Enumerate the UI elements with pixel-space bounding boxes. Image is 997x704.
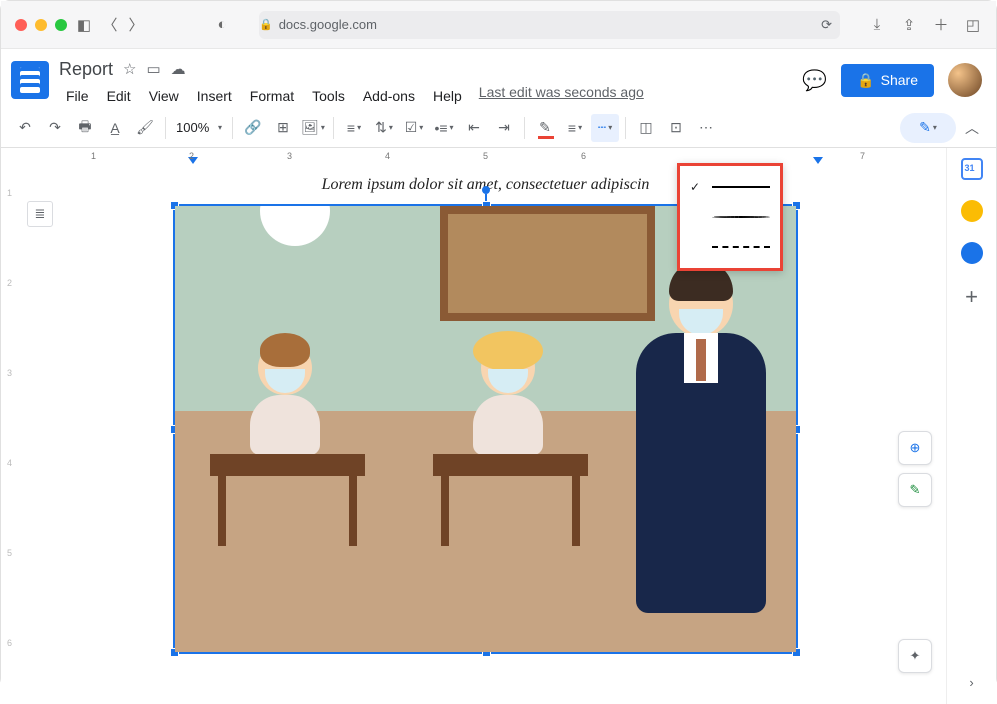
more-toolbar-button[interactable]: ⋯ <box>692 114 720 142</box>
insert-image-button[interactable]: 🖼 <box>299 114 327 142</box>
dashed-line-icon <box>712 246 770 248</box>
page: Lorem ipsum dolor sit amet, consectetuer… <box>25 166 946 660</box>
toolbar: ↶ ↷ 🖶 A̲ 🖌 100% 🔗 ⊞ 🖼 ≡ ⇅ ☑ •≡ ⇤ ⇥ ✎ ≡ ┄… <box>1 108 996 148</box>
border-weight-button[interactable]: ≡ <box>561 114 589 142</box>
docs-header: Report ☆ ▭ ☁ File Edit View Insert Forma… <box>1 49 996 108</box>
main-area: 1 2 3 4 5 6 1 2 3 4 5 6 7 Lorem ipsum do… <box>1 148 996 704</box>
line-spacing-button[interactable]: ⇅ <box>370 114 398 142</box>
menu-insert[interactable]: Insert <box>190 84 239 108</box>
privacy-shield-icon[interactable]: ◐ <box>213 16 231 34</box>
new-tab-icon[interactable]: ＋ <box>932 16 950 34</box>
spellcheck-button[interactable]: A̲ <box>101 114 129 142</box>
crop-image-button[interactable]: ◫ <box>632 114 660 142</box>
header-right: 💬 🔒 Share <box>802 57 982 97</box>
cloud-status-icon[interactable]: ☁ <box>171 60 186 78</box>
document-title[interactable]: Report <box>59 59 113 80</box>
insert-comment-button[interactable]: ⊞ <box>269 114 297 142</box>
desk-2 <box>433 454 588 476</box>
rotate-handle[interactable] <box>482 186 490 194</box>
undo-button[interactable]: ↶ <box>11 114 39 142</box>
dotted-line-icon <box>712 216 770 218</box>
edit-status[interactable]: Last edit was seconds ago <box>479 84 644 108</box>
border-dash-dropdown: ✓ <box>677 163 783 271</box>
star-icon[interactable]: ☆ <box>123 60 136 78</box>
floating-comment-buttons: ⊕ ✎ <box>898 431 932 507</box>
document-outline-button[interactable]: ≣ <box>27 201 53 227</box>
browser-actions: ⤓ ⇪ ＋ ◰ <box>868 16 982 34</box>
explore-button[interactable]: ✦ <box>898 639 932 673</box>
student-1 <box>240 341 330 455</box>
redo-button[interactable]: ↷ <box>41 114 69 142</box>
decrease-indent-button[interactable]: ⇤ <box>460 114 488 142</box>
solid-line-icon <box>712 186 770 188</box>
bulleted-list-button[interactable]: •≡ <box>430 114 458 142</box>
share-browser-icon[interactable]: ⇪ <box>900 16 918 34</box>
suggest-edits-button[interactable]: ✎ <box>898 473 932 507</box>
border-dash-button[interactable]: ┄ <box>591 114 619 142</box>
editing-mode-button[interactable]: ✎ <box>900 113 956 143</box>
document-area[interactable]: 1 2 3 4 5 6 7 Lorem ipsum dolor sit amet… <box>25 148 946 704</box>
menu-addons[interactable]: Add-ons <box>356 84 422 108</box>
calendar-icon[interactable] <box>961 158 983 180</box>
increase-indent-button[interactable]: ⇥ <box>490 114 518 142</box>
menu-edit[interactable]: Edit <box>100 84 138 108</box>
vertical-ruler: 1 2 3 4 5 6 <box>1 148 25 704</box>
minimize-window-icon[interactable] <box>35 19 47 31</box>
paint-format-button[interactable]: 🖌 <box>131 114 159 142</box>
browser-chrome: ◧ 〈 〉 ◐ 🔒 docs.google.com ⟳ ⤓ ⇪ ＋ ◰ <box>1 1 996 49</box>
sidebar-toggle-icon[interactable]: ◧ <box>75 16 93 34</box>
insert-link-button[interactable]: 🔗 <box>239 114 267 142</box>
share-button[interactable]: 🔒 Share <box>841 64 934 97</box>
comments-icon[interactable]: 💬 <box>802 68 827 93</box>
side-panel: + › <box>946 148 996 704</box>
tabs-icon[interactable]: ◰ <box>964 16 982 34</box>
title-area: Report ☆ ▭ ☁ File Edit View Insert Forma… <box>59 57 792 108</box>
reload-icon[interactable]: ⟳ <box>821 17 832 33</box>
add-comment-button[interactable]: ⊕ <box>898 431 932 465</box>
print-button[interactable]: 🖶 <box>71 114 99 142</box>
desk-1 <box>210 454 365 476</box>
window-controls <box>15 19 67 31</box>
align-button[interactable]: ≡ <box>340 114 368 142</box>
right-indent-marker[interactable] <box>813 157 823 164</box>
border-dash-option-solid[interactable]: ✓ <box>680 172 780 202</box>
teacher <box>636 271 766 613</box>
border-dash-option-dashed[interactable] <box>680 232 780 262</box>
docs-home-icon[interactable] <box>11 61 49 99</box>
classroom-illustration <box>175 206 796 652</box>
address-bar[interactable]: 🔒 docs.google.com ⟳ <box>259 11 840 39</box>
tasks-icon[interactable] <box>961 242 983 264</box>
border-color-button[interactable]: ✎ <box>531 114 559 142</box>
menu-bar: File Edit View Insert Format Tools Add-o… <box>59 81 792 108</box>
bulletin-board <box>440 206 655 321</box>
move-icon[interactable]: ▭ <box>146 60 160 78</box>
student-2 <box>463 341 553 455</box>
downloads-icon[interactable]: ⤓ <box>868 16 886 34</box>
forward-icon[interactable]: 〉 <box>127 16 145 34</box>
selected-image[interactable] <box>173 204 798 654</box>
account-avatar[interactable] <box>948 63 982 97</box>
share-label: Share <box>881 72 918 88</box>
menu-file[interactable]: File <box>59 84 96 108</box>
lock-icon: 🔒 <box>259 18 273 31</box>
clock-icon <box>260 206 330 246</box>
get-addons-button[interactable]: + <box>965 284 978 310</box>
menu-help[interactable]: Help <box>426 84 469 108</box>
menu-format[interactable]: Format <box>243 84 301 108</box>
checklist-button[interactable]: ☑ <box>400 114 428 142</box>
close-window-icon[interactable] <box>15 19 27 31</box>
image-options-button[interactable]: ⊡ <box>662 114 690 142</box>
zoom-select[interactable]: 100% <box>172 114 226 142</box>
lock-icon: 🔒 <box>857 72 874 89</box>
url-text: docs.google.com <box>279 17 377 32</box>
menu-view[interactable]: View <box>142 84 186 108</box>
maximize-window-icon[interactable] <box>55 19 67 31</box>
menu-tools[interactable]: Tools <box>305 84 352 108</box>
horizontal-ruler[interactable]: 1 2 3 4 5 6 7 <box>25 148 946 166</box>
back-icon[interactable]: 〈 <box>101 16 119 34</box>
check-icon: ✓ <box>690 180 704 194</box>
border-dash-option-dotted[interactable] <box>680 202 780 232</box>
hide-menus-button[interactable]: ︿ <box>958 114 986 142</box>
keep-icon[interactable] <box>961 200 983 222</box>
